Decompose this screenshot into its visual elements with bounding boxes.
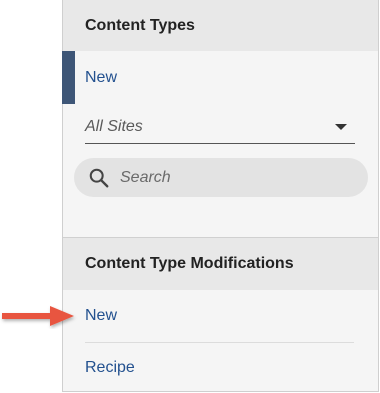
content-type-modifications-title: Content Type Modifications xyxy=(85,255,294,272)
content-types-title: Content Types xyxy=(85,16,195,34)
pointer-arrow-icon xyxy=(2,306,74,326)
search-input[interactable] xyxy=(120,168,320,187)
modifications-recipe-label: Recipe xyxy=(85,358,135,376)
content-type-modifications-header: Content Type Modifications xyxy=(63,237,378,290)
modifications-new-link[interactable]: New xyxy=(63,290,378,342)
site-select-value: All Sites xyxy=(85,117,143,135)
search-icon xyxy=(89,168,109,187)
content-types-new-label: New xyxy=(85,68,118,86)
content-sidebar: Content Types New All Sites Content Type… xyxy=(62,0,379,392)
content-types-header: Content Types xyxy=(63,0,378,51)
content-types-new-link[interactable]: New xyxy=(62,51,378,104)
modifications-recipe-link[interactable]: Recipe xyxy=(63,343,378,392)
search-box[interactable] xyxy=(74,158,368,197)
modifications-new-label: New xyxy=(85,307,118,324)
caret-down-icon xyxy=(335,123,347,130)
site-select[interactable]: All Sites xyxy=(85,110,355,144)
